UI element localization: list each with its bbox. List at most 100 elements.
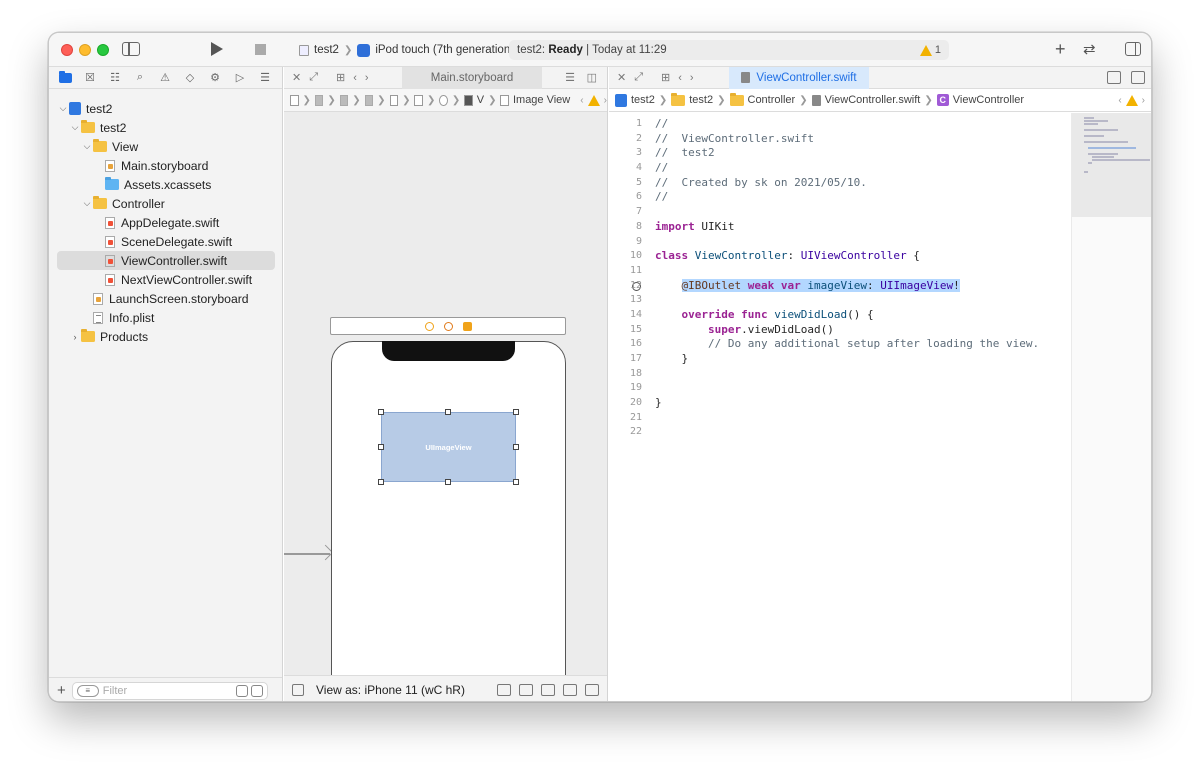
inspector-toggle-icon[interactable] [1125, 42, 1141, 56]
root-view-icon[interactable] [439, 94, 448, 106]
list-item[interactable]: › Products [57, 327, 275, 346]
project-navigator-tab[interactable] [57, 70, 73, 86]
resize-handle[interactable] [378, 444, 384, 450]
document-outline-icon[interactable] [292, 683, 304, 696]
list-item[interactable]: ⌵ test2 [57, 99, 275, 118]
embed-in-icon[interactable] [585, 684, 599, 696]
next-issue-icon[interactable]: › [1142, 95, 1145, 106]
minimap[interactable] [1071, 113, 1151, 701]
warning-icon[interactable] [587, 94, 600, 106]
symbol-navigator-tab[interactable]: ☷ [107, 70, 123, 86]
list-item[interactable]: AppDelegate.swift [57, 213, 275, 232]
minimize-window-button[interactable] [79, 44, 91, 56]
project-icon[interactable] [290, 94, 299, 106]
resize-handle[interactable] [445, 409, 451, 415]
folder-icon[interactable] [314, 94, 324, 106]
list-item[interactable]: Main.storyboard [57, 156, 275, 175]
forward-icon[interactable]: › [365, 72, 369, 84]
resize-handle[interactable] [513, 479, 519, 485]
tab-main-storyboard[interactable]: Main.storyboard [402, 66, 542, 89]
report-navigator-tab[interactable]: ☰ [257, 70, 273, 86]
breakpoint-navigator-tab[interactable]: ▷ [232, 70, 248, 86]
storyboard-file-icon[interactable] [364, 94, 374, 106]
jump-project[interactable]: test2 [631, 94, 655, 106]
list-item[interactable]: Assets.xcassets [57, 175, 275, 194]
view-as-label[interactable]: View as: iPhone 11 ( [316, 683, 425, 697]
prev-issue-icon[interactable]: ‹ [580, 95, 583, 106]
list-item[interactable]: Info.plist [57, 308, 275, 327]
recent-files-icon[interactable] [235, 684, 248, 697]
chevron-down-icon[interactable]: ⌵ [81, 141, 93, 152]
editor-options-icon[interactable]: ☰ [565, 71, 575, 84]
sidebar-toggle-icon[interactable] [122, 42, 140, 56]
chevron-down-icon[interactable]: ⌵ [57, 103, 69, 114]
list-item[interactable]: LaunchScreen.storyboard [57, 289, 275, 308]
debug-navigator-tab[interactable]: ⚙ [207, 70, 223, 86]
filter-options-icon[interactable]: ≡ [76, 684, 99, 697]
back-icon[interactable]: ‹ [678, 72, 682, 84]
run-icon[interactable] [211, 42, 223, 56]
add-file-icon[interactable]: + [57, 682, 66, 699]
folder-icon[interactable] [339, 94, 349, 106]
update-frames-icon[interactable] [497, 684, 511, 696]
first-responder-icon[interactable] [443, 321, 453, 331]
editor-options-icon[interactable] [1107, 71, 1121, 84]
view-controller-icon[interactable] [414, 94, 423, 106]
list-item-selected[interactable]: ViewController.swift [57, 251, 275, 270]
find-navigator-tab[interactable]: ⌕ [132, 70, 148, 86]
resize-handle[interactable] [445, 479, 451, 485]
resize-handle[interactable] [378, 409, 384, 415]
jump-class[interactable]: ViewController [953, 94, 1024, 106]
related-items-icon[interactable]: ⊞ [661, 71, 670, 84]
add-editor-icon[interactable] [1131, 71, 1145, 84]
scene-icon[interactable] [389, 94, 399, 106]
image-view-icon[interactable] [500, 94, 509, 106]
close-icon[interactable]: ✕ [292, 71, 301, 84]
image-view[interactable]: UIImageView [378, 409, 519, 485]
source-control-tab[interactable]: ☒ [82, 70, 98, 86]
view-icon[interactable] [464, 94, 473, 106]
modified-files-icon[interactable] [250, 684, 263, 697]
resolve-issues-icon[interactable] [563, 684, 577, 696]
prev-issue-icon[interactable]: ‹ [1118, 95, 1121, 106]
tab-viewcontroller-swift[interactable]: ViewController.swift [729, 66, 869, 89]
align-icon[interactable] [519, 684, 533, 696]
related-items-icon[interactable]: ⊞ [336, 71, 345, 84]
list-item[interactable]: SceneDelegate.swift [57, 232, 275, 251]
zoom-window-button[interactable] [97, 44, 109, 56]
jump-file[interactable]: ViewController.swift [825, 94, 921, 106]
exit-icon[interactable] [462, 321, 472, 331]
view-as-traits[interactable]: wC hR) [425, 683, 465, 697]
chevron-down-icon[interactable]: ⌵ [81, 198, 93, 209]
next-issue-icon[interactable]: › [604, 95, 607, 106]
view-controller-icon[interactable] [424, 321, 434, 331]
close-icon[interactable]: ✕ [617, 71, 626, 84]
scheme-selector[interactable]: test2 ❯ iPod touch (7th generation) [299, 41, 514, 59]
list-item[interactable]: ⌵ test2 [57, 118, 275, 137]
list-item[interactable]: ⌵ View [57, 137, 275, 156]
chevron-right-icon[interactable]: › [69, 332, 81, 342]
jump-image-view[interactable]: Image View [513, 94, 570, 106]
expand-icon[interactable]: ⤢ [309, 71, 318, 84]
resize-handle[interactable] [378, 479, 384, 485]
jump-folder[interactable]: Controller [748, 94, 796, 106]
source-text[interactable]: 1 // 2 // ViewController.swift 3 // test2 4… [609, 113, 1071, 701]
issue-navigator-tab[interactable]: ⚠ [157, 70, 173, 86]
expand-icon[interactable]: ⤢ [634, 71, 643, 84]
filter-input[interactable]: ≡ Filter [71, 681, 268, 700]
test-navigator-tab[interactable]: ◇ [182, 70, 198, 86]
code-review-icon[interactable]: ⇄ [1083, 40, 1096, 58]
add-editor-icon[interactable]: ◫ [587, 71, 597, 84]
jump-group[interactable]: test2 [689, 94, 713, 106]
warning-badge[interactable]: 1 [919, 40, 941, 60]
forward-icon[interactable]: › [690, 72, 694, 84]
list-item[interactable]: NextViewController.swift [57, 270, 275, 289]
back-icon[interactable]: ‹ [353, 72, 357, 84]
warning-icon[interactable] [1125, 94, 1138, 106]
jump-v[interactable]: V [477, 94, 484, 106]
stop-icon[interactable] [255, 44, 266, 55]
list-item[interactable]: ⌵ Controller [57, 194, 275, 213]
resize-handle[interactable] [513, 444, 519, 450]
entry-point-arrow-icon[interactable] [284, 553, 330, 555]
library-plus-icon[interactable]: + [1055, 39, 1066, 60]
